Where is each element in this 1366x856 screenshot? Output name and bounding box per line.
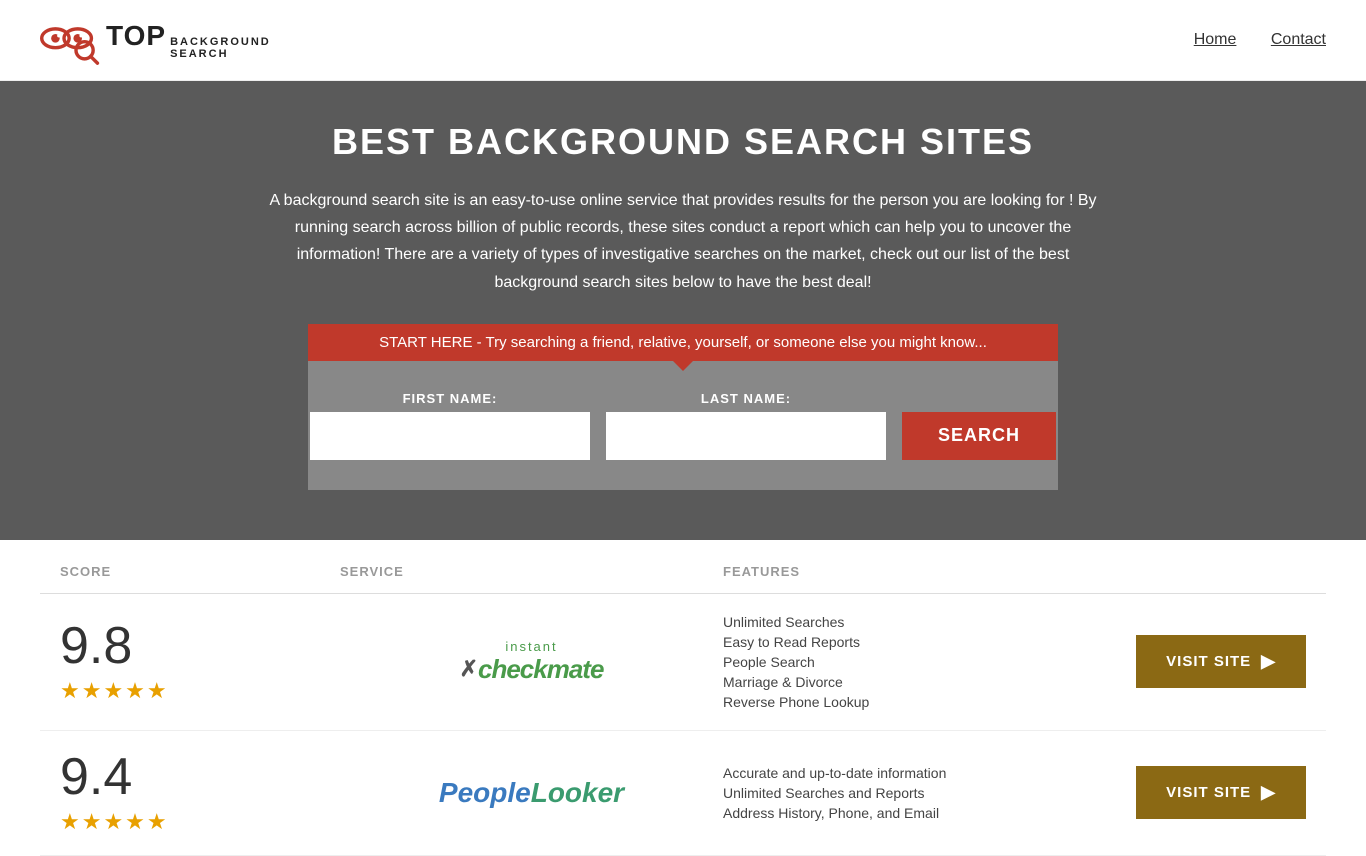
nav-contact[interactable]: Contact [1271,31,1326,48]
score-cell-1: 9.8 ★★★★★ [60,620,340,704]
first-name-group: FIRST NAME: [310,391,590,460]
service-cell-1: instant ✗ checkmate [340,639,723,685]
first-name-input[interactable] [310,412,590,460]
visit-button-2[interactable]: VISIT SITE ▶ [1136,766,1306,819]
peoplelooker-logo: PeopleLooker [439,777,624,809]
score-cell-2: 9.4 ★★★★★ [60,751,340,835]
main-nav: Home Contact [1164,31,1326,49]
nav-home[interactable]: Home [1194,31,1237,48]
table-row: 9.8 ★★★★★ instant ✗ checkmate Unlimited … [40,594,1326,731]
features-cell-2: Accurate and up-to-date information Unli… [723,765,1106,821]
col-score: SCORE [60,564,340,579]
feature-1-4: Marriage & Divorce [723,674,1106,690]
stars-2: ★★★★★ [60,809,169,835]
results-section: SCORE SERVICE FEATURES 9.8 ★★★★★ instant… [0,550,1366,856]
visit-label-1: VISIT SITE [1166,653,1251,670]
table-header: SCORE SERVICE FEATURES [40,550,1326,594]
checkmate-logo: instant ✗ checkmate [460,639,604,685]
site-header: TOP BACKGROUND SEARCH Home Contact [0,0,1366,81]
logo: TOP BACKGROUND SEARCH [40,10,271,70]
features-cell-1: Unlimited Searches Easy to Read Reports … [723,614,1106,710]
stars-1: ★★★★★ [60,678,169,704]
hero-description: A background search site is an easy-to-u… [253,187,1113,296]
last-name-label: LAST NAME: [606,391,886,406]
first-name-label: FIRST NAME: [310,391,590,406]
logo-sub1: BACKGROUND [170,36,271,48]
feature-2-3: Address History, Phone, and Email [723,805,1106,821]
visit-cell-1: VISIT SITE ▶ [1106,635,1306,688]
logo-text: TOP BACKGROUND SEARCH [106,20,271,60]
feature-2-2: Unlimited Searches and Reports [723,785,1106,801]
callout-banner: START HERE - Try searching a friend, rel… [308,324,1058,361]
search-form: FIRST NAME: LAST NAME: SEARCH [328,391,1038,460]
feature-1-1: Unlimited Searches [723,614,1106,630]
arrow-icon-2: ▶ [1261,782,1276,803]
col-action [1106,564,1306,579]
page-title: BEST BACKGROUND SEARCH SITES [20,121,1346,163]
col-service: SERVICE [340,564,723,579]
score-number-1: 9.8 [60,620,132,672]
hero-section: BEST BACKGROUND SEARCH SITES A backgroun… [0,81,1366,540]
logo-top: TOP [106,20,166,52]
col-features: FEATURES [723,564,1106,579]
last-name-input[interactable] [606,412,886,460]
arrow-icon-1: ▶ [1261,651,1276,672]
feature-1-5: Reverse Phone Lookup [723,694,1106,710]
service-cell-2: PeopleLooker [340,777,723,809]
visit-label-2: VISIT SITE [1166,784,1251,801]
score-number-2: 9.4 [60,751,132,803]
visit-button-1[interactable]: VISIT SITE ▶ [1136,635,1306,688]
callout-text: START HERE - Try searching a friend, rel… [379,334,987,351]
table-row: 9.4 ★★★★★ PeopleLooker Accurate and up-t… [40,731,1326,856]
last-name-group: LAST NAME: [606,391,886,460]
search-button[interactable]: SEARCH [902,412,1056,460]
visit-cell-2: VISIT SITE ▶ [1106,766,1306,819]
feature-1-2: Easy to Read Reports [723,634,1106,650]
feature-1-3: People Search [723,654,1106,670]
feature-2-1: Accurate and up-to-date information [723,765,1106,781]
logo-sub2: SEARCH [170,48,271,60]
search-form-container: FIRST NAME: LAST NAME: SEARCH [308,361,1058,490]
logo-icon [40,10,100,70]
